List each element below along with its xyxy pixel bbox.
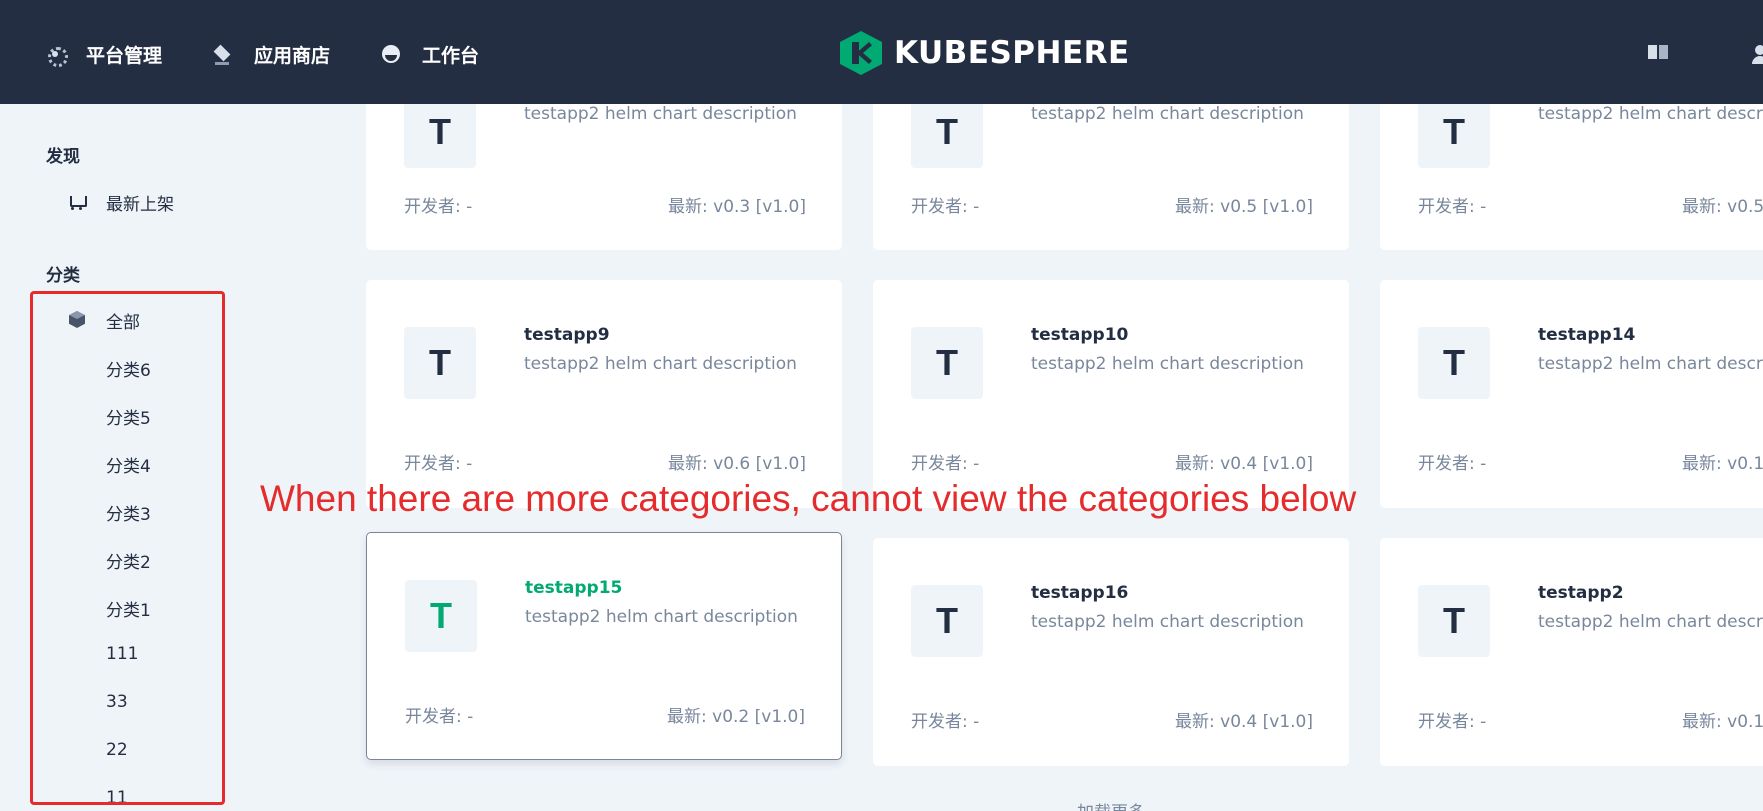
app-name: testapp2: [1538, 583, 1624, 603]
app-developer: 开发者: -: [1418, 454, 1487, 474]
app-version: 最新: v0.1 [v1.0]: [1682, 712, 1763, 732]
app-name: testapp10: [1031, 325, 1129, 345]
app-developer: 开发者: -: [911, 197, 980, 217]
app-card[interactable]: T testapp9 testapp2 helm chart descripti…: [366, 280, 842, 508]
app-icon: T: [1418, 327, 1490, 399]
nav-app-store[interactable]: 应用商店: [212, 40, 330, 68]
app-card[interactable]: T testapp16 testapp2 helm chart descript…: [873, 538, 1349, 766]
app-name: testapp9: [524, 325, 610, 345]
app-developer: 开发者: -: [1418, 712, 1487, 732]
app-icon: T: [404, 327, 476, 399]
dashboard-icon: [380, 43, 402, 65]
app-developer: 开发者: -: [911, 712, 980, 732]
app-developer: 开发者: -: [404, 197, 473, 217]
app-developer: 开发者: -: [1418, 197, 1487, 217]
gear-icon: [44, 43, 68, 67]
app-description: testapp2 helm chart description: [1538, 104, 1763, 124]
app-description: testapp2 helm chart description: [525, 607, 798, 627]
app-card[interactable]: T testapp2 helm chart description 开发者: -…: [873, 104, 1349, 250]
app-version: 最新: v0.5 [v1.0]: [1682, 197, 1763, 217]
app-icon: T: [911, 104, 983, 168]
top-navigation-bar: 平台管理 应用商店 工作台 KUBESPHERE: [0, 0, 1763, 104]
app-card[interactable]: T testapp2 helm chart description 开发者: -…: [366, 104, 842, 250]
load-more-button[interactable]: 加载更多: [1077, 798, 1145, 811]
app-description: testapp2 helm chart description: [1031, 104, 1304, 124]
app-developer: 开发者: -: [405, 707, 474, 727]
app-description: testapp2 helm chart description: [1538, 612, 1763, 632]
nav-workbench[interactable]: 工作台: [380, 40, 479, 68]
app-card-grid: T testapp2 helm chart description 开发者: -…: [0, 104, 1763, 811]
kubesphere-logo-icon: [840, 31, 882, 75]
user-icon[interactable]: [1752, 45, 1763, 64]
app-card[interactable]: T testapp10 testapp2 helm chart descript…: [873, 280, 1349, 508]
app-name: testapp16: [1031, 583, 1129, 603]
app-developer: 开发者: -: [911, 454, 980, 474]
nav-label: 平台管理: [86, 44, 163, 67]
app-description: testapp2 helm chart description: [524, 354, 797, 374]
docs-icon[interactable]: [1648, 45, 1668, 59]
app-version: 最新: v0.4 [v1.0]: [1175, 712, 1313, 732]
app-name: testapp15: [525, 578, 623, 598]
kubesphere-logo[interactable]: KUBESPHERE: [840, 30, 1130, 76]
app-version: 最新: v0.5 [v1.0]: [1175, 197, 1313, 217]
logo-text: KUBESPHERE: [894, 35, 1130, 71]
app-description: testapp2 helm chart description: [1031, 354, 1304, 374]
app-version: 最新: v0.1 [v1.0]: [1682, 454, 1763, 474]
app-icon: T: [911, 327, 983, 399]
layers-icon: [212, 43, 234, 65]
nav-label: 应用商店: [254, 44, 331, 67]
app-description: testapp2 helm chart description: [1031, 612, 1304, 632]
app-icon: T: [1418, 585, 1490, 657]
app-card[interactable]: T testapp14 testapp2 helm chart descript…: [1380, 280, 1763, 508]
app-icon: T: [404, 104, 476, 168]
app-name: testapp14: [1538, 325, 1636, 345]
app-version: 最新: v0.2 [v1.0]: [667, 707, 805, 727]
app-icon: T: [911, 585, 983, 657]
app-card[interactable]: T testapp2 testapp2 helm chart descripti…: [1380, 538, 1763, 766]
app-icon: T: [1418, 104, 1490, 168]
nav-label: 工作台: [422, 44, 480, 67]
app-version: 最新: v0.6 [v1.0]: [668, 454, 806, 474]
app-icon: T: [405, 580, 477, 652]
app-card-selected[interactable]: T testapp15 testapp2 helm chart descript…: [366, 532, 842, 760]
app-version: 最新: v0.4 [v1.0]: [1175, 454, 1313, 474]
app-description: testapp2 helm chart description: [1538, 354, 1763, 374]
nav-platform-management[interactable]: 平台管理: [44, 40, 162, 68]
app-developer: 开发者: -: [404, 454, 473, 474]
app-description: testapp2 helm chart description: [524, 104, 797, 124]
app-card[interactable]: T testapp2 helm chart description 开发者: -…: [1380, 104, 1763, 250]
app-version: 最新: v0.3 [v1.0]: [668, 197, 806, 217]
